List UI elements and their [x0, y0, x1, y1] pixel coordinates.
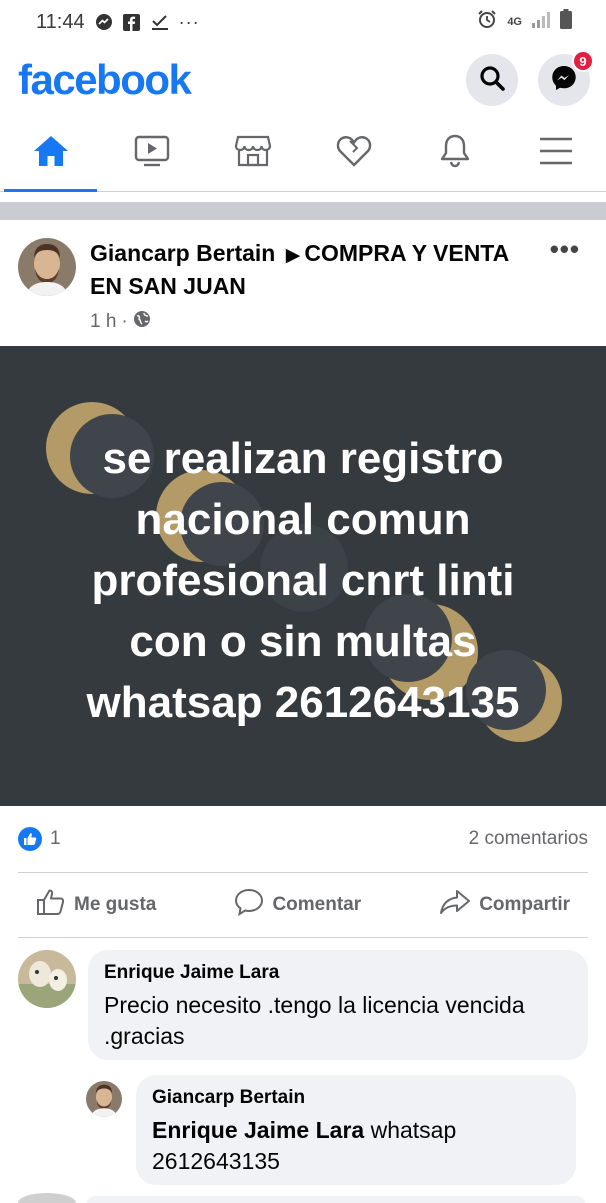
tab-watch[interactable]: [101, 116, 202, 191]
tab-home[interactable]: [0, 116, 101, 192]
facebook-logo[interactable]: facebook: [18, 56, 192, 104]
comment-text: Precio necesito .tengo la licencia venci…: [104, 992, 525, 1049]
status-time: 11:44: [36, 10, 85, 33]
triangle-right-icon: ▶: [285, 245, 301, 266]
post-image-text: se realizan registro nacional comun prof…: [0, 428, 606, 733]
post-time-text[interactable]: 1 h: [90, 311, 116, 333]
main-nav: [0, 116, 606, 192]
reactions-summary: 1 2 comentarios: [0, 806, 606, 872]
post-header: Giancarp Bertain ▶ COMPRA Y VENTA EN SAN …: [0, 220, 606, 346]
next-comment-bubble[interactable]: [86, 1196, 586, 1203]
download-check-icon: [151, 13, 169, 31]
like-reaction-icon: [18, 827, 42, 851]
like-label: Me gusta: [74, 894, 157, 915]
post-time: 1 h ·: [90, 310, 510, 334]
home-icon: [32, 134, 70, 173]
search-icon: [478, 64, 506, 97]
comment-label: Comentar: [272, 894, 362, 915]
like-button[interactable]: Me gusta: [18, 888, 174, 922]
feed-divider: [0, 202, 606, 220]
alarm-icon: [477, 9, 497, 35]
video-icon: [134, 135, 170, 172]
more-dots-icon: ···: [178, 11, 200, 32]
image-text-line: nacional comun: [135, 495, 471, 544]
app-header: facebook 9: [0, 44, 606, 116]
messenger-icon: [550, 64, 578, 97]
likes-count: 1: [50, 828, 61, 849]
tab-marketplace[interactable]: [202, 116, 303, 191]
messenger-icon: [95, 13, 113, 31]
share-arrow-icon: [439, 888, 471, 922]
header-actions: 9: [466, 50, 594, 106]
post-options-button[interactable]: •••: [550, 234, 580, 265]
network-label: 4G: [507, 16, 522, 28]
dot-separator: ·: [121, 311, 128, 332]
status-right: 4G: [477, 9, 572, 35]
globe-icon: [133, 310, 151, 334]
shop-icon: [234, 134, 272, 173]
bell-icon: [438, 133, 472, 174]
comment-bubble-icon: [234, 888, 264, 922]
search-button[interactable]: [466, 54, 518, 106]
heart-icon: [335, 134, 373, 173]
mention-link[interactable]: Enrique Jaime Lara: [152, 1117, 364, 1143]
image-text-line: con o sin multas: [129, 617, 477, 666]
likes-summary[interactable]: 1: [18, 827, 61, 851]
tab-dating[interactable]: [303, 116, 404, 191]
image-text-line: profesional cnrt linti: [91, 556, 515, 605]
comment-reply: Giancarp Bertain Enrique Jaime Lara what…: [86, 1075, 576, 1185]
post-title: Giancarp Bertain ▶ COMPRA Y VENTA EN SAN …: [90, 238, 510, 302]
status-bar: 11:44 ··· 4G: [0, 0, 606, 44]
hamburger-menu-icon: [538, 136, 574, 171]
image-text-line: whatsap 2612643135: [86, 678, 520, 727]
post-image[interactable]: se realizan registro nacional comun prof…: [0, 346, 606, 806]
tab-notifications[interactable]: [404, 116, 505, 191]
comment-text: Enrique Jaime Lara whatsap 2612643135: [152, 1115, 558, 1177]
commenter-avatar[interactable]: [86, 1081, 122, 1117]
image-text-line: se realizan registro: [102, 434, 504, 483]
next-commenter-avatar[interactable]: [18, 1193, 76, 1203]
comment-bubble[interactable]: Giancarp Bertain Enrique Jaime Lara what…: [136, 1075, 576, 1185]
commenter-name[interactable]: Enrique Jaime Lara: [104, 962, 570, 984]
thumbs-up-icon: [36, 888, 66, 922]
signal-icon: [532, 11, 550, 34]
share-label: Compartir: [479, 894, 570, 915]
comment-bubble[interactable]: Enrique Jaime Lara Precio necesito .teng…: [88, 950, 588, 1060]
author-avatar[interactable]: [18, 238, 76, 296]
commenter-avatar[interactable]: [18, 950, 76, 1008]
status-left: 11:44 ···: [36, 11, 200, 34]
comment-button[interactable]: Comentar: [216, 888, 379, 922]
share-button[interactable]: Compartir: [421, 888, 588, 922]
comments-count[interactable]: 2 comentarios: [469, 828, 588, 850]
author-name[interactable]: Giancarp Bertain: [90, 240, 275, 266]
tab-menu[interactable]: [505, 116, 606, 191]
facebook-icon: [123, 13, 141, 31]
commenter-name[interactable]: Giancarp Bertain: [152, 1087, 558, 1109]
battery-icon: [560, 9, 572, 35]
comment: Enrique Jaime Lara Precio necesito .teng…: [18, 950, 588, 1060]
messenger-button[interactable]: 9: [538, 50, 594, 106]
post-action-bar: Me gusta Comentar Compartir: [18, 872, 588, 938]
post-meta: Giancarp Bertain ▶ COMPRA Y VENTA EN SAN …: [90, 238, 510, 346]
messenger-badge: 9: [572, 50, 594, 72]
